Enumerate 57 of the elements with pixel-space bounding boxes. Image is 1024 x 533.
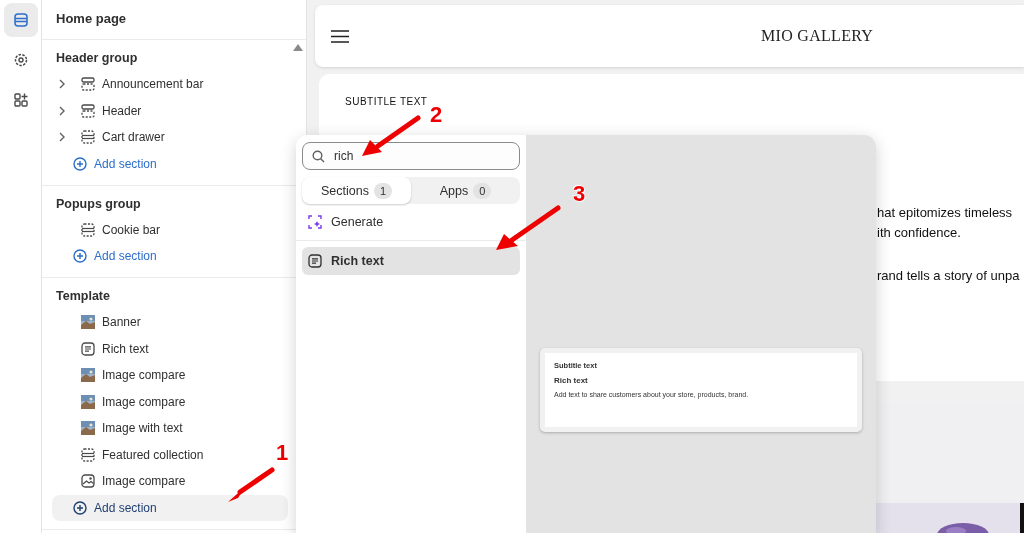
section-icon [81, 130, 95, 145]
section-item[interactable]: Image compare [102, 474, 186, 489]
result-item[interactable]: Rich text [302, 247, 520, 275]
search-icon [312, 150, 325, 163]
group-title: Popups group [56, 196, 142, 213]
plus-circle-icon [73, 156, 87, 171]
sidebar-title: Home page [42, 0, 306, 40]
section-icon [81, 222, 95, 237]
section-item[interactable]: Featured collection [102, 447, 204, 462]
arrow-icon [362, 115, 421, 156]
apps-icon [12, 92, 29, 108]
chevron-icon[interactable] [59, 105, 65, 116]
store-name[interactable]: MIO GALLERY [761, 27, 874, 45]
card-heading: Rich text [554, 376, 589, 385]
add-section-button[interactable]: Add section [52, 494, 288, 521]
section-item[interactable]: Cookie bar [102, 222, 161, 237]
step-number: 1 [276, 442, 289, 464]
gear-icon [12, 52, 29, 68]
step-number: 3 [573, 183, 586, 205]
scroll-up-icon[interactable] [293, 44, 303, 51]
group-title: Header group [56, 51, 139, 67]
section-item[interactable]: Announcement bar [102, 77, 204, 92]
search-field[interactable]: rich [302, 142, 520, 170]
tab[interactable]: Apps 0 [411, 177, 520, 204]
arrow-icon [228, 467, 275, 502]
sparkle-icon [308, 215, 322, 229]
body-text: ith confidence. [877, 225, 962, 242]
text-icon [81, 341, 95, 356]
header-section-icon [81, 103, 95, 118]
section-item[interactable]: Rich text [102, 341, 149, 356]
section-icon [81, 447, 95, 462]
section-item[interactable]: Image compare [102, 394, 186, 409]
sections-button[interactable] [3, 3, 38, 37]
tab[interactable]: Sections 1 [302, 177, 411, 204]
plus-circle-icon [73, 500, 87, 515]
menu-icon[interactable] [331, 29, 349, 43]
section-item[interactable]: Header [102, 103, 142, 118]
section-item[interactable]: Cart drawer [102, 130, 165, 145]
add-section-button[interactable]: Add section [56, 150, 284, 177]
chevron-icon[interactable] [59, 79, 65, 90]
plus-circle-icon [73, 249, 87, 263]
section-item[interactable]: Image compare [102, 368, 186, 383]
group-title: Template [56, 289, 111, 305]
subtitle-text: SUBTITLE TEXT [345, 96, 428, 107]
image-icon [81, 474, 95, 489]
body-text: hat epitomizes timeless [877, 205, 1014, 222]
section-item[interactable]: Banner [102, 315, 141, 330]
arrow-icon [496, 205, 561, 250]
body-text: rand tells a story of unpa [877, 268, 1021, 285]
step-number: 2 [430, 104, 443, 126]
chevron-icon[interactable] [59, 132, 65, 143]
sections-icon [12, 12, 29, 28]
header-section-icon [81, 77, 95, 92]
add-section-button[interactable]: Add section [56, 243, 284, 269]
text-icon [308, 254, 322, 268]
generate-button[interactable]: Generate [302, 207, 520, 237]
section-item[interactable]: Image with text [102, 421, 183, 436]
